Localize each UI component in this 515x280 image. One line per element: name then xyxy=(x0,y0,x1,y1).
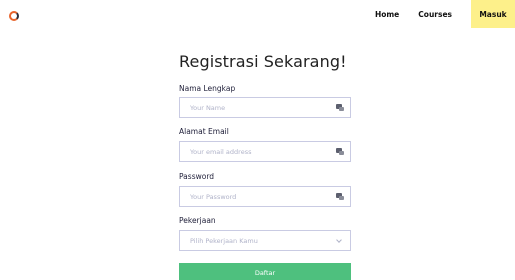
nav-home-link[interactable]: Home xyxy=(375,10,399,19)
password-placeholder: Your Password xyxy=(190,192,237,201)
submit-button[interactable]: Daftar xyxy=(179,263,351,280)
password-manager-icon[interactable] xyxy=(336,148,344,155)
password-manager-icon[interactable] xyxy=(336,193,344,200)
registration-form: Registrasi Sekarang! xyxy=(179,52,351,72)
email-label: Alamat Email xyxy=(179,127,229,136)
job-label: Pekerjaan xyxy=(179,216,216,225)
chevron-down-icon xyxy=(336,236,342,243)
password-manager-icon[interactable] xyxy=(336,104,344,111)
login-button[interactable]: Masuk xyxy=(471,0,515,28)
top-nav: Home Courses Masuk xyxy=(375,0,515,28)
job-select[interactable]: Pilih Pekerjaan Kamu xyxy=(179,230,351,251)
password-field[interactable]: Your Password xyxy=(179,186,351,207)
job-placeholder: Pilih Pekerjaan Kamu xyxy=(190,236,258,245)
name-field[interactable]: Your Name xyxy=(179,97,351,118)
name-label: Nama Lengkap xyxy=(179,84,236,93)
nav-courses-link[interactable]: Courses xyxy=(418,10,452,19)
email-field[interactable]: Your email address xyxy=(179,141,351,162)
email-placeholder: Your email address xyxy=(190,147,252,156)
page-title: Registrasi Sekarang! xyxy=(179,52,347,71)
password-label: Password xyxy=(179,172,215,181)
logo-icon[interactable] xyxy=(9,11,19,21)
name-placeholder: Your Name xyxy=(190,103,226,112)
